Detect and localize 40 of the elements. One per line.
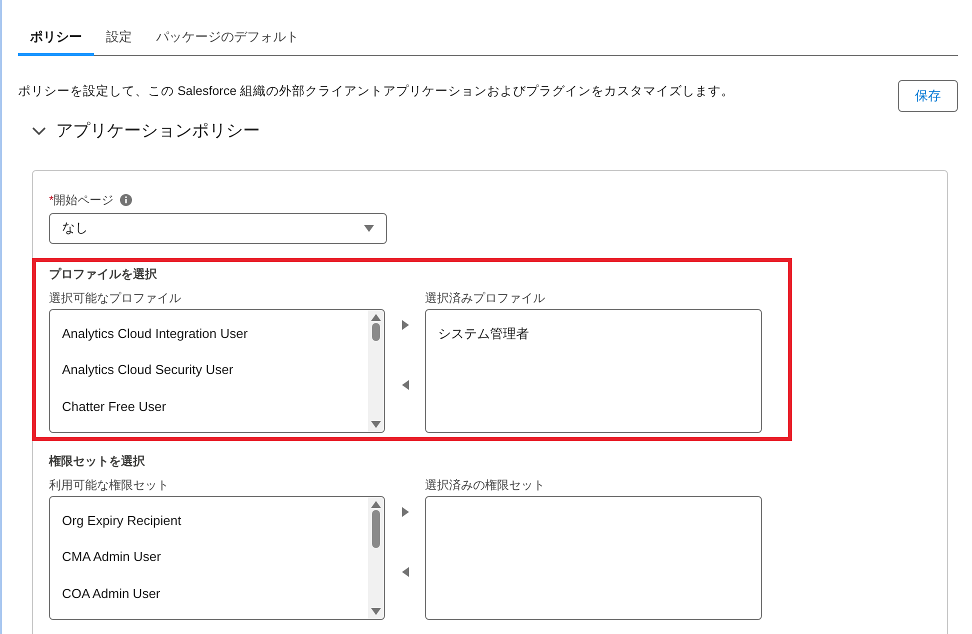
move-right-icon[interactable] <box>402 320 408 330</box>
list-label: 選択可能なプロファイル <box>49 290 181 306</box>
list-option[interactable]: Org Expiry Recipient <box>62 508 182 546</box>
list-label: 選択済みプロファイル <box>425 290 545 306</box>
chevron-icon[interactable] <box>32 126 46 135</box>
list-option[interactable]: COA Admin User <box>62 582 160 619</box>
move-left-icon[interactable] <box>402 566 408 576</box>
selected-list[interactable]: システム管理者 <box>425 308 762 432</box>
description-text: ポリシーを設定して、この Salesforce 組織の外部クライアントアプリケーションおよびプラグインをカスタマイズします。 <box>18 83 734 100</box>
list-option[interactable]: CMA Admin User <box>62 545 161 582</box>
scroll-thumb[interactable] <box>372 510 380 548</box>
scroll-down-icon[interactable] <box>371 420 381 428</box>
scrollbar[interactable] <box>368 310 384 432</box>
group-title: 権限セットを選択 <box>49 452 145 468</box>
scroll-up-icon[interactable] <box>371 314 381 320</box>
list-option[interactable]: Analytics Cloud Security User <box>62 358 234 395</box>
list-option[interactable]: Chatter Free User <box>62 394 166 432</box>
tab[interactable]: ポリシー <box>18 20 94 56</box>
scroll-down-icon[interactable] <box>371 608 381 614</box>
available-list[interactable]: Analytics Cloud Integration User Analytics Cloud Security User Chatter Free User <box>49 308 385 432</box>
scroll-up-icon[interactable] <box>371 500 381 508</box>
section-title: アプリケーションポリシー <box>56 120 260 142</box>
required-mark: * <box>49 192 54 208</box>
field-label: 開始ページ <box>54 192 114 208</box>
start-page-select[interactable]: なし <box>49 212 387 244</box>
available-list[interactable]: Org Expiry Recipient CMA Admin User COA Admin User <box>49 496 385 620</box>
scrollbar[interactable] <box>368 496 384 618</box>
tab[interactable]: パッケージのデフォルト <box>144 20 311 56</box>
info-icon[interactable] <box>120 194 132 206</box>
list-label: 利用可能な権限セット <box>49 476 169 492</box>
group-title: プロファイルを選択 <box>49 266 157 282</box>
save-button[interactable]: 保存 <box>898 80 958 112</box>
list-label: 選択済みの権限セット <box>425 476 545 492</box>
list-option[interactable]: システム管理者 <box>438 322 529 359</box>
move-right-icon[interactable] <box>402 506 408 516</box>
list-option[interactable]: Analytics Cloud Integration User <box>62 322 248 358</box>
move-left-icon[interactable] <box>402 380 408 390</box>
dropdown-icon[interactable] <box>364 224 374 232</box>
tab[interactable]: 設定 <box>94 20 144 56</box>
scroll-thumb[interactable] <box>372 322 380 340</box>
